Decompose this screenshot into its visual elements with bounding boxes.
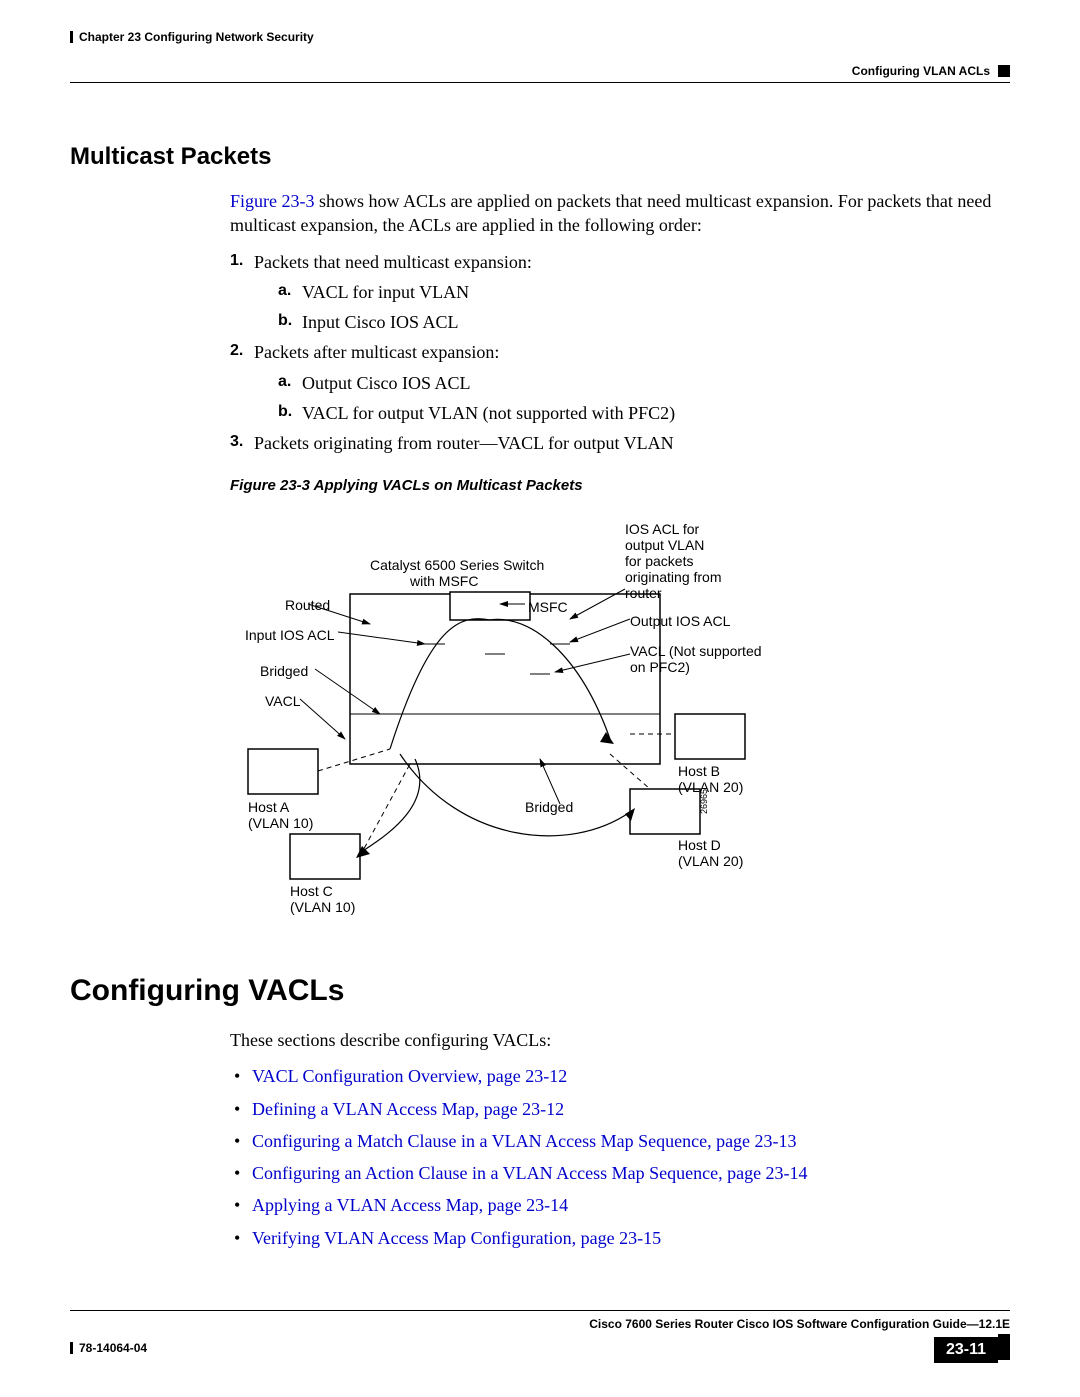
- label-input-ios: Input IOS ACL: [245, 626, 335, 645]
- item2b-text: VACL for output VLAN (not supported with…: [302, 403, 675, 423]
- list-item: a. Output Cisco IOS ACL: [278, 371, 1010, 395]
- list-marker: a.: [278, 371, 291, 393]
- heading-multicast-packets: Multicast Packets: [70, 143, 1010, 171]
- doc-number: 78-14064-04: [79, 1341, 147, 1355]
- xref-applying-map[interactable]: Applying a VLAN Access Map, page 23-14: [252, 1195, 568, 1215]
- list-item: 2. Packets after multicast expansion: a.…: [230, 340, 1010, 425]
- xref-defining-access-map[interactable]: Defining a VLAN Access Map, page 23-12: [252, 1099, 564, 1119]
- list-marker: b.: [278, 310, 292, 332]
- label-vlan10c: (VLAN 10): [290, 898, 355, 917]
- heading-configuring-vacls: Configuring VACLs: [70, 974, 1010, 1008]
- running-header: Chapter 23 Configuring Network Security: [70, 30, 1010, 44]
- item3-text: Packets originating from router—VACL for…: [254, 433, 674, 453]
- page: Chapter 23 Configuring Network Security …: [0, 0, 1080, 1393]
- label-withmsfc: with MSFC: [410, 572, 478, 591]
- label-vlan20d: (VLAN 20): [678, 852, 743, 871]
- s2-intro: These sections describe configuring VACL…: [230, 1028, 1010, 1052]
- list-item: Configuring an Action Clause in a VLAN A…: [230, 1161, 1010, 1185]
- label-vlan10a: (VLAN 10): [248, 814, 313, 833]
- label-vaclns2: on PFC2): [630, 658, 690, 677]
- label-bridged2: Bridged: [525, 798, 573, 817]
- list-item: b. Input Cisco IOS ACL: [278, 310, 1010, 334]
- figure-diagram: Catalyst 6500 Series Switch with MSFC Ro…: [230, 514, 790, 914]
- list-item: Applying a VLAN Access Map, page 23-14: [230, 1193, 1010, 1217]
- list-item: a. VACL for input VLAN: [278, 280, 1010, 304]
- intro-para: Figure 23-3 shows how ACLs are applied o…: [230, 189, 1010, 238]
- list-marker: 3.: [230, 431, 243, 453]
- xref-verifying-config[interactable]: Verifying VLAN Access Map Configuration,…: [252, 1228, 661, 1248]
- list-item: Defining a VLAN Access Map, page 23-12: [230, 1097, 1010, 1121]
- chapter-label: Chapter 23 Configuring Network Security: [79, 30, 314, 44]
- xref-match-clause[interactable]: Configuring a Match Clause in a VLAN Acc…: [252, 1131, 797, 1151]
- figure-caption: Figure 23-3 Applying VACLs on Multicast …: [230, 476, 1010, 496]
- item1a-text: VACL for input VLAN: [302, 282, 469, 302]
- page-number: 23-11: [934, 1337, 998, 1363]
- list-item: 3. Packets originating from router—VACL …: [230, 431, 1010, 455]
- item2a-text: Output Cisco IOS ACL: [302, 373, 471, 393]
- footer-square-icon: [998, 1334, 1010, 1360]
- item1-text: Packets that need multicast expansion:: [254, 252, 532, 272]
- xref-action-clause[interactable]: Configuring an Action Clause in a VLAN A…: [252, 1163, 808, 1183]
- label-vacl: VACL: [265, 692, 301, 711]
- list-item: 1. Packets that need multicast expansion…: [230, 250, 1010, 335]
- link-list: VACL Configuration Overview, page 23-12 …: [230, 1064, 1010, 1250]
- list-marker: 2.: [230, 340, 243, 362]
- list-marker: 1.: [230, 250, 243, 272]
- page-footer: 78-14064-04 Cisco 7600 Series Router Cis…: [70, 1310, 1010, 1363]
- list-marker: b.: [278, 401, 292, 423]
- list-item: b. VACL for output VLAN (not supported wi…: [278, 401, 1010, 425]
- header-rule: [70, 82, 1010, 83]
- list-item: Verifying VLAN Access Map Configuration,…: [230, 1226, 1010, 1250]
- xref-vacl-overview[interactable]: VACL Configuration Overview, page 23-12: [252, 1066, 567, 1086]
- figure-ref-link[interactable]: Figure 23-3: [230, 191, 315, 211]
- label-output-ios: Output IOS ACL: [630, 612, 730, 631]
- list-item: Configuring a Match Clause in a VLAN Acc…: [230, 1129, 1010, 1153]
- label-iosout5: router: [625, 584, 662, 603]
- section-label: Configuring VLAN ACLs: [852, 64, 990, 78]
- guide-title: Cisco 7600 Series Router Cisco IOS Softw…: [589, 1317, 1010, 1331]
- label-vlan20b: (VLAN 20): [678, 778, 743, 797]
- list-marker: a.: [278, 280, 291, 302]
- ordered-list: 1. Packets that need multicast expansion…: [230, 250, 1010, 456]
- item1b-text: Input Cisco IOS ACL: [302, 312, 459, 332]
- label-routed: Routed: [285, 596, 330, 615]
- label-bridged: Bridged: [260, 662, 308, 681]
- footer-tick-icon: [70, 1342, 73, 1354]
- item2-text: Packets after multicast expansion:: [254, 342, 499, 362]
- label-msfc: MSFC: [528, 598, 568, 617]
- label-figid: 26965: [698, 789, 710, 814]
- header-square-icon: [998, 65, 1010, 77]
- intro-text: shows how ACLs are applied on packets th…: [230, 191, 991, 235]
- header-tick-icon: [70, 31, 73, 43]
- list-item: VACL Configuration Overview, page 23-12: [230, 1064, 1010, 1088]
